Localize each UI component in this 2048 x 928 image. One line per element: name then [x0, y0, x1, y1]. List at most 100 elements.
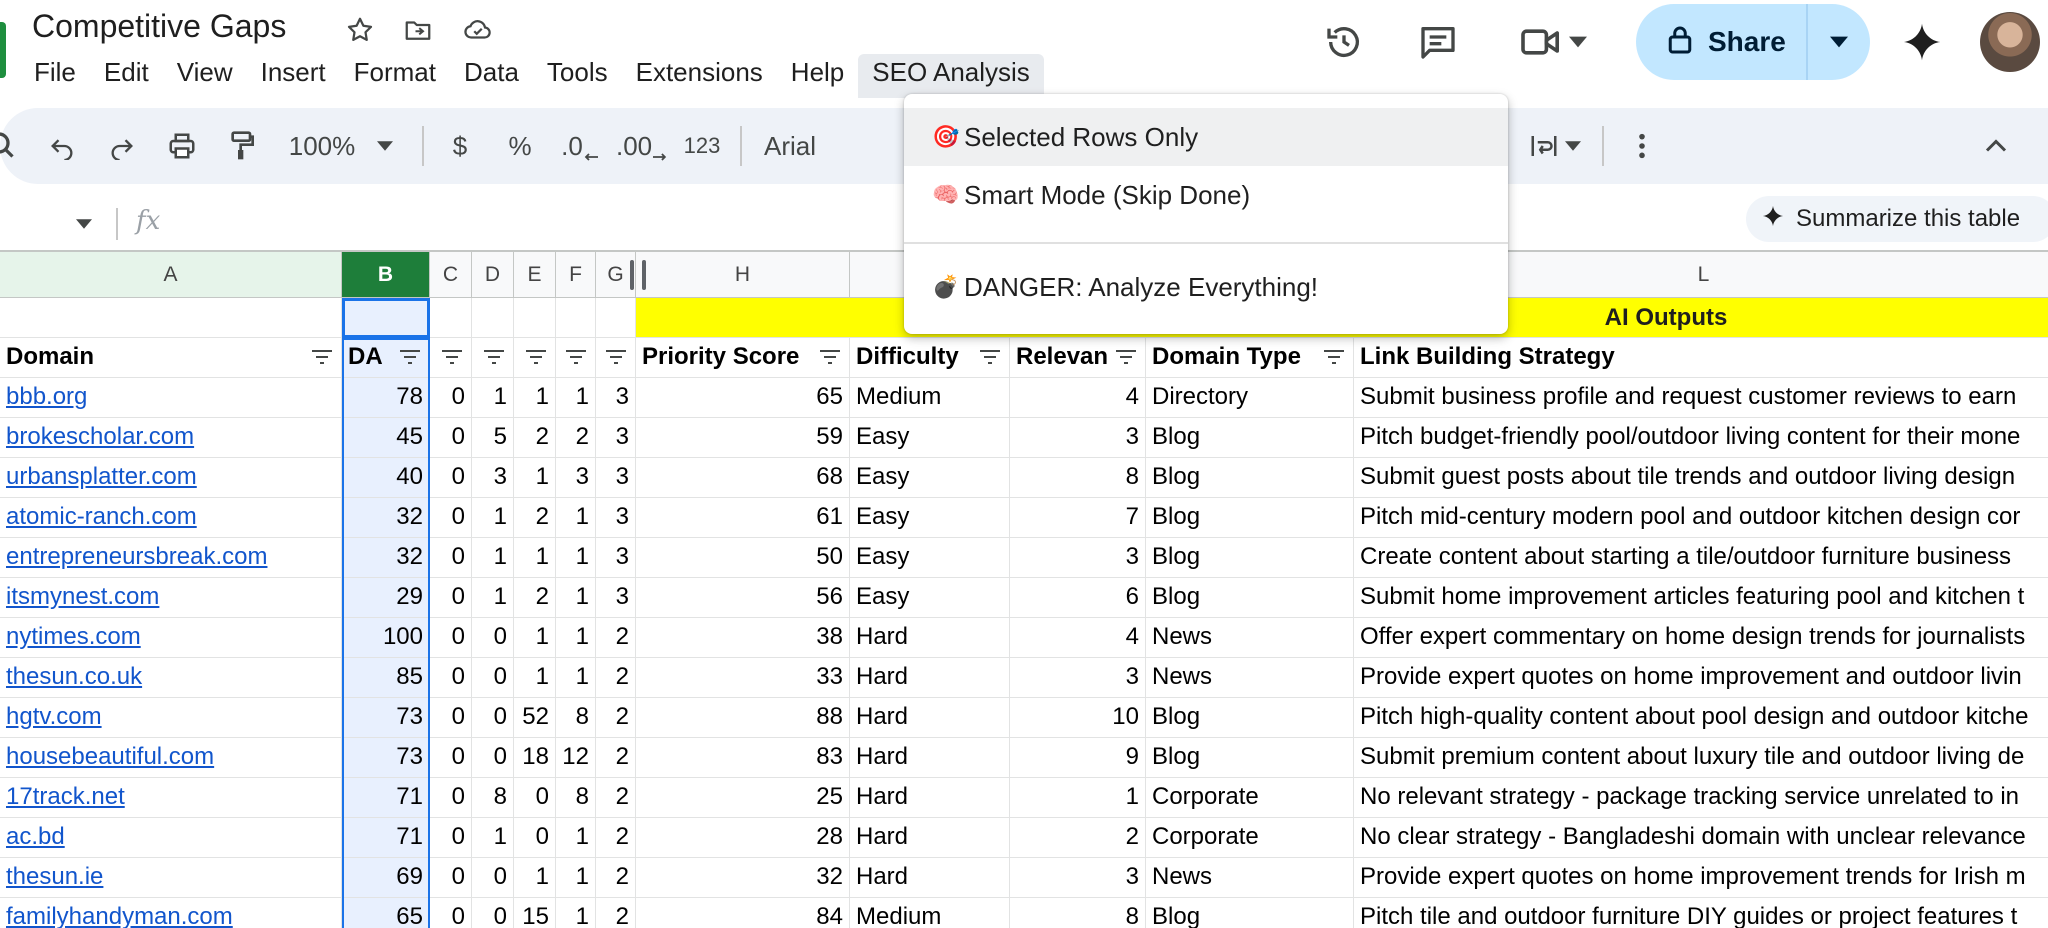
cell[interactable]: 0: [514, 818, 556, 858]
cell[interactable]: 1: [514, 538, 556, 578]
cell[interactable]: Submit business profile and request cust…: [1354, 378, 2048, 418]
cell[interactable]: Blog: [1146, 698, 1354, 738]
menu-seo-analysis[interactable]: SEO Analysis: [858, 54, 1044, 98]
undo-icon[interactable]: [42, 108, 82, 184]
column-header[interactable]: B: [342, 252, 430, 298]
cell[interactable]: 0: [430, 858, 472, 898]
cell[interactable]: 2: [596, 698, 636, 738]
cell[interactable]: Medium: [850, 898, 1010, 928]
cell[interactable]: 1: [556, 498, 596, 538]
cell[interactable]: 68: [636, 458, 850, 498]
cell[interactable]: 1: [514, 858, 556, 898]
column-title-7[interactable]: [596, 338, 636, 378]
more-formats-button[interactable]: 123: [680, 108, 724, 184]
domain-link[interactable]: familyhandyman.com: [0, 898, 342, 928]
cell[interactable]: 3: [1010, 538, 1146, 578]
cell[interactable]: 3: [596, 418, 636, 458]
column-title-12[interactable]: Link Building Strategy: [1354, 338, 2048, 378]
cell[interactable]: 2: [514, 498, 556, 538]
cell[interactable]: 3: [1010, 418, 1146, 458]
menu-format[interactable]: Format: [340, 54, 450, 90]
cell[interactable]: Provide expert quotes on home improvemen…: [1354, 858, 2048, 898]
domain-link[interactable]: nytimes.com: [0, 618, 342, 658]
cell[interactable]: No relevant strategy - package tracking …: [1354, 778, 2048, 818]
cell[interactable]: 1: [514, 618, 556, 658]
cell[interactable]: 3: [556, 458, 596, 498]
cell[interactable]: 9: [1010, 738, 1146, 778]
cell[interactable]: News: [1146, 658, 1354, 698]
cell[interactable]: 15: [514, 898, 556, 928]
cell[interactable]: 8: [472, 778, 514, 818]
cell[interactable]: 2: [596, 738, 636, 778]
filter-icon[interactable]: [979, 350, 1001, 364]
cell[interactable]: Corporate: [1146, 818, 1354, 858]
filter-icon[interactable]: [1323, 350, 1345, 364]
cell[interactable]: Pitch tile and outdoor furniture DIY gui…: [1354, 898, 2048, 928]
column-header[interactable]: F: [556, 252, 596, 298]
star-icon[interactable]: [342, 12, 378, 48]
column-title-8[interactable]: Priority Score: [636, 338, 850, 378]
cell[interactable]: 0: [472, 898, 514, 928]
cell[interactable]: Directory: [1146, 378, 1354, 418]
column-header[interactable]: E: [514, 252, 556, 298]
cell[interactable]: 28: [636, 818, 850, 858]
menu-file[interactable]: File: [20, 54, 90, 90]
paint-format-icon[interactable]: [222, 108, 262, 184]
cell[interactable]: Submit guest posts about tile trends and…: [1354, 458, 2048, 498]
filter-icon[interactable]: [565, 350, 587, 364]
cell[interactable]: 1: [472, 818, 514, 858]
cell[interactable]: [472, 298, 514, 338]
cell[interactable]: 0: [430, 898, 472, 928]
column-header[interactable]: H: [636, 252, 850, 298]
comments-icon[interactable]: [1408, 14, 1468, 70]
cell[interactable]: 0: [430, 458, 472, 498]
cell[interactable]: Hard: [850, 738, 1010, 778]
version-history-icon[interactable]: [1316, 14, 1372, 70]
domain-link[interactable]: ac.bd: [0, 818, 342, 858]
cell[interactable]: 12: [556, 738, 596, 778]
cell[interactable]: Medium: [850, 378, 1010, 418]
cell[interactable]: 1: [514, 458, 556, 498]
cell[interactable]: 3: [1010, 658, 1146, 698]
cell[interactable]: Offer expert commentary on home design t…: [1354, 618, 2048, 658]
column-title-1[interactable]: Domain: [0, 338, 342, 378]
cell[interactable]: 1: [472, 578, 514, 618]
cell[interactable]: 88: [636, 698, 850, 738]
share-options-chevron-icon[interactable]: [1808, 36, 1870, 48]
menu-item-selected-rows-only[interactable]: 🎯 Selected Rows Only: [904, 108, 1508, 166]
cell[interactable]: Blog: [1146, 418, 1354, 458]
cell[interactable]: Hard: [850, 818, 1010, 858]
cell[interactable]: 0: [472, 738, 514, 778]
search-menus-icon[interactable]: [0, 108, 16, 184]
cell[interactable]: Easy: [850, 418, 1010, 458]
cell[interactable]: 1: [472, 538, 514, 578]
cell[interactable]: 3: [596, 498, 636, 538]
domain-link[interactable]: hgtv.com: [0, 698, 342, 738]
cell[interactable]: 25: [636, 778, 850, 818]
cell[interactable]: 18: [514, 738, 556, 778]
cell[interactable]: Hard: [850, 618, 1010, 658]
format-percent-button[interactable]: %: [500, 108, 540, 184]
cell[interactable]: 8: [1010, 898, 1146, 928]
zoom-select[interactable]: 100%: [282, 108, 400, 184]
domain-link[interactable]: urbansplatter.com: [0, 458, 342, 498]
filter-icon[interactable]: [441, 350, 463, 364]
cell[interactable]: 0: [430, 658, 472, 698]
cell[interactable]: 0: [514, 778, 556, 818]
cell[interactable]: 8: [556, 698, 596, 738]
column-title-5[interactable]: [514, 338, 556, 378]
menu-edit[interactable]: Edit: [90, 54, 163, 90]
cell[interactable]: 2: [514, 418, 556, 458]
cell[interactable]: 0: [430, 538, 472, 578]
cell[interactable]: 3: [596, 378, 636, 418]
cell[interactable]: 0: [472, 858, 514, 898]
more-options-icon[interactable]: [1622, 108, 1662, 184]
share-button[interactable]: Share: [1636, 4, 1870, 80]
cell[interactable]: 8: [1010, 458, 1146, 498]
cell[interactable]: 50: [636, 538, 850, 578]
cell[interactable]: 2: [514, 578, 556, 618]
cell[interactable]: 0: [430, 378, 472, 418]
cell[interactable]: 56: [636, 578, 850, 618]
cell[interactable]: Easy: [850, 458, 1010, 498]
freeze-column-handle[interactable]: [630, 260, 634, 290]
